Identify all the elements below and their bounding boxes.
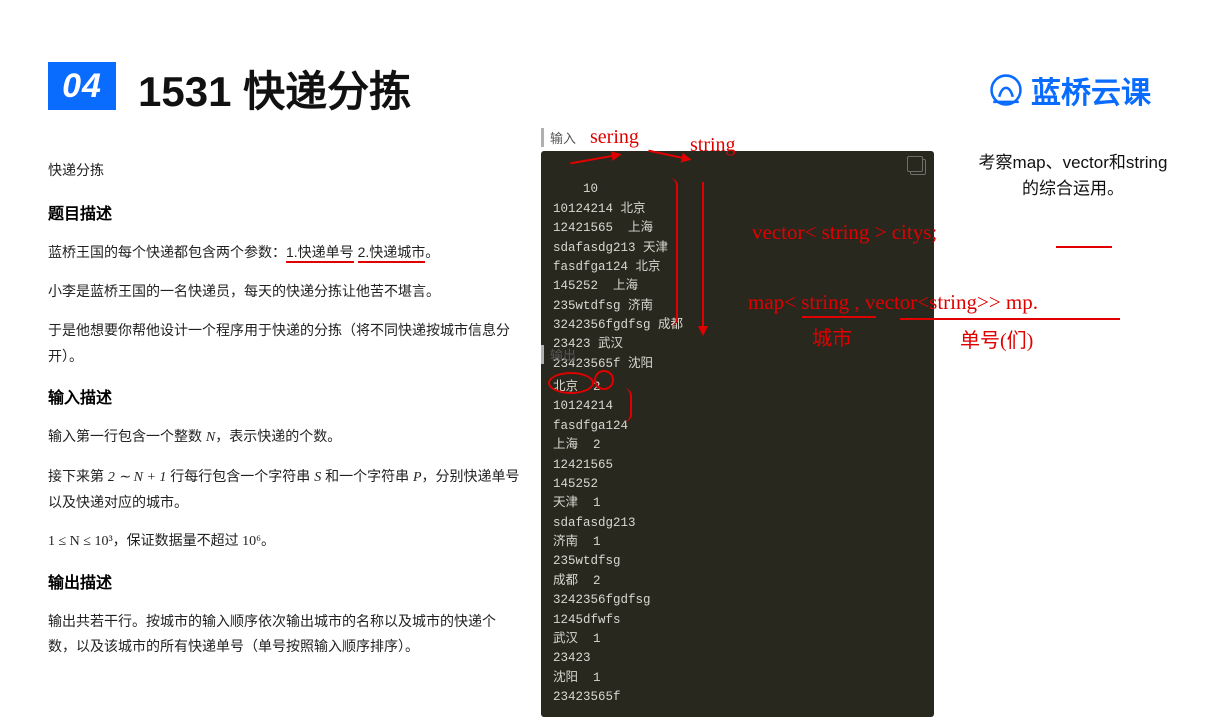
in-p2-a: 接下来第: [48, 468, 108, 484]
output-p1: 输出共若干行。按城市的输入顺序依次输出城市的名称以及城市的快递个数，以及该城市的…: [48, 609, 523, 659]
brand-logo: 蓝桥云课: [989, 68, 1151, 112]
in-p1-b: ，表示快递的个数。: [215, 428, 341, 444]
slide-number: 04: [48, 62, 116, 110]
in-N: N: [206, 430, 215, 445]
output-label: 输出: [541, 345, 934, 364]
desc-p2: 小李是蓝桥王国的一名快递员，每天的快递分拣让他苦不堪言。: [48, 279, 523, 304]
heading-input: 输入描述: [48, 385, 523, 414]
arrow-down-icon: [702, 182, 704, 334]
in-range: 2 ∼ N + 1: [108, 470, 167, 485]
desc-p1: 蓝桥王国的每个快递都包含两个参数：1.快递单号 2.快递城市。: [48, 240, 523, 265]
input-p3: 1 ≤ N ≤ 10³，保证数据量不超过 10⁶。: [48, 529, 523, 554]
problem-name: 快递分拣: [48, 158, 523, 183]
output-code: 北京 2 10124214 fasdfga124 上海 2 12421565 1…: [541, 368, 934, 717]
problem-statement: 快递分拣 题目描述 蓝桥王国的每个快递都包含两个参数：1.快递单号 2.快递城市…: [48, 158, 523, 673]
in-p2-b: 行每行包含一个字符串: [166, 468, 314, 484]
in-p1-a: 输入第一行包含一个整数: [48, 428, 206, 444]
logo-text: 蓝桥云课: [1031, 68, 1151, 112]
input-p1: 输入第一行包含一个整数 N，表示快递的个数。: [48, 424, 523, 450]
desc-p1-u2: 2.快递城市: [358, 244, 426, 263]
heading-description: 题目描述: [48, 201, 523, 230]
logo-icon: [989, 73, 1023, 107]
desc-p1-mid: [354, 244, 358, 260]
output-text: 北京 2 10124214 fasdfga124 上海 2 12421565 1…: [553, 380, 651, 704]
underline-citys: [1056, 246, 1112, 248]
desc-p3: 于是他想要你帮他设计一个程序用于快递的分拣（将不同快递按城市信息分开）。: [48, 318, 523, 368]
input-p2: 接下来第 2 ∼ N + 1 行每行包含一个字符串 S 和一个字符串 P，分别快…: [48, 464, 523, 515]
side-note: 考察map、vector和string的综合运用。: [973, 150, 1173, 203]
copy-icon[interactable]: [910, 159, 926, 175]
output-sample: 输出 北京 2 10124214 fasdfga124 上海 2 1242156…: [541, 345, 934, 717]
input-label: 输入: [541, 128, 934, 147]
desc-p1-post: 。: [425, 244, 439, 260]
in-p2-c: 和一个字符串: [321, 468, 413, 484]
heading-output: 输出描述: [48, 570, 523, 599]
desc-p1-u1: 1.快递单号: [286, 244, 354, 263]
desc-p1-pre: 蓝桥王国的每个快递都包含两个参数：: [48, 244, 286, 260]
slide-title: 1531 快递分拣: [138, 58, 411, 119]
in-P: P: [413, 470, 422, 485]
annot-danhao: 单号(们): [960, 324, 1033, 353]
